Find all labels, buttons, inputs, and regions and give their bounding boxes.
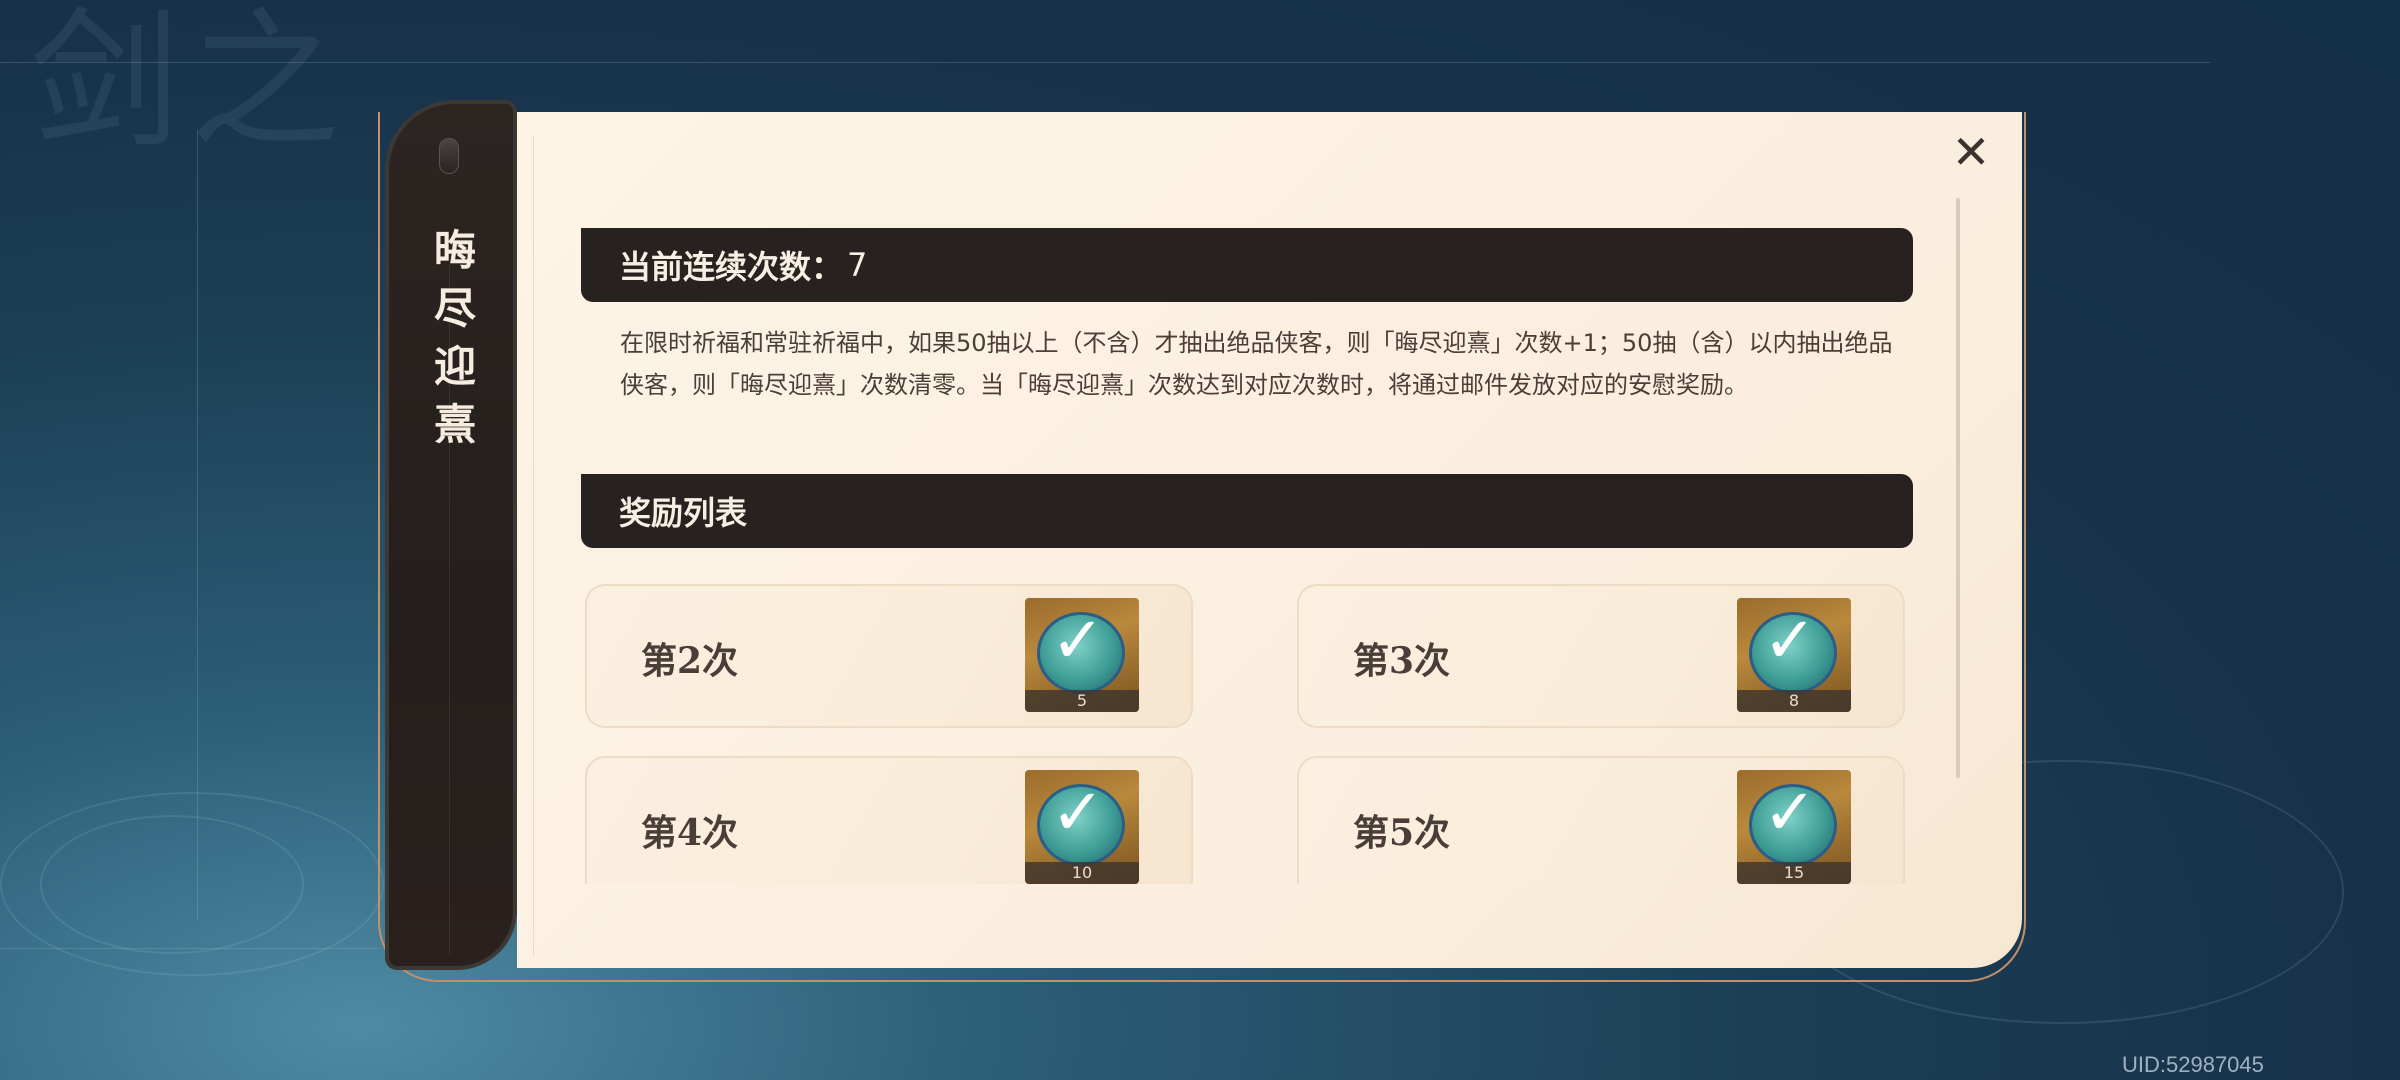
title-char: 晦 (433, 226, 476, 275)
current-count-value: 7 (847, 246, 868, 284)
reward-item[interactable]: ✓ 5 (1025, 598, 1139, 712)
panel-divider (533, 136, 534, 956)
background-line (0, 62, 2210, 63)
reward-list-title: 奖励列表 (619, 494, 748, 532)
side-tab-title: 晦 尽 迎 熹 (419, 222, 491, 454)
title-char: 尽 (433, 284, 476, 333)
checkmark-icon: ✓ (1051, 776, 1105, 850)
background-ring (40, 815, 304, 954)
title-char: 熹 (433, 400, 476, 449)
reward-count: 8 (1737, 690, 1851, 712)
checkmark-icon: ✓ (1763, 604, 1817, 678)
reward-card: 第3次 ✓ 8 (1297, 584, 1905, 728)
reward-threshold-label: 第3次 (1353, 640, 1451, 682)
background-calligraphy-decoration: 剑之 (30, 0, 351, 169)
reward-threshold-label: 第5次 (1353, 812, 1451, 854)
background-line (197, 130, 198, 920)
reward-card: 第2次 ✓ 5 (585, 584, 1193, 728)
close-button[interactable]: ✕ (1943, 124, 1999, 180)
reward-threshold-label: 第4次 (641, 812, 739, 854)
tab-knob-ornament (439, 138, 459, 174)
current-count-header: 当前连续次数： 7 (581, 228, 1913, 302)
background-ring (0, 792, 384, 976)
user-id: UID:52987045 (2122, 1052, 2264, 1077)
reward-item[interactable]: ✓ 8 (1737, 598, 1851, 712)
reward-card: 第4次 ✓ 10 (585, 756, 1193, 884)
reward-item[interactable]: ✓ 15 (1737, 770, 1851, 884)
side-tab: 晦 尽 迎 熹 (385, 100, 517, 970)
info-panel: ✕ 当前连续次数： 7 在限时祈福和常驻祈福中，如果50抽以上（不含）才抽出绝品… (517, 112, 2022, 968)
close-icon: ✕ (1951, 125, 1991, 179)
background-line (0, 948, 380, 949)
checkmark-icon: ✓ (1051, 604, 1105, 678)
reward-count: 15 (1737, 862, 1851, 884)
scrollbar[interactable] (1956, 198, 1960, 778)
reward-item[interactable]: ✓ 10 (1025, 770, 1139, 884)
rule-description: 在限时祈福和常驻祈福中，如果50抽以上（不含）才抽出绝品侠客，则「晦尽迎熹」次数… (620, 329, 1893, 399)
reward-count: 5 (1025, 690, 1139, 712)
current-count-label: 当前连续次数： (619, 248, 844, 286)
reward-list[interactable]: 第2次 ✓ 5 第3次 ✓ 8 第4次 ✓ 10 第5次 ✓ 15 (581, 572, 1931, 884)
reward-threshold-label: 第2次 (641, 640, 739, 682)
checkmark-icon: ✓ (1763, 776, 1817, 850)
reward-card: 第5次 ✓ 15 (1297, 756, 1905, 884)
reward-count: 10 (1025, 862, 1139, 884)
reward-list-header: 奖励列表 (581, 474, 1913, 548)
title-char: 迎 (433, 342, 476, 391)
